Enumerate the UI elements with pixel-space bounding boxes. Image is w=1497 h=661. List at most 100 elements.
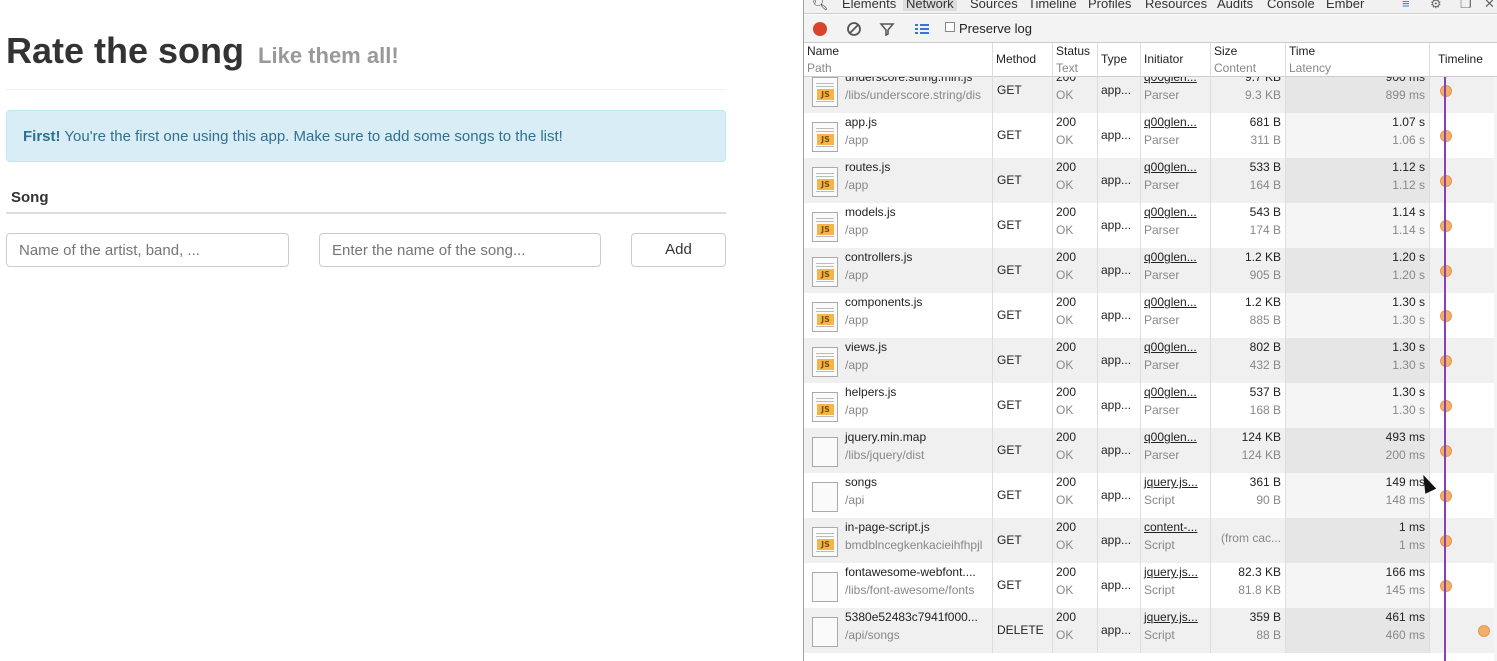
- col-time[interactable]: Time Latency: [1286, 43, 1430, 77]
- request-name-cell[interactable]: JS components.js/app: [804, 293, 993, 338]
- request-name-cell[interactable]: JS in-page-script.js bmdblncegkenkacieihfh…: [804, 518, 993, 563]
- request-initiator-type: Script: [1144, 538, 1175, 552]
- col-timeline[interactable]: Timeline: [1430, 43, 1497, 77]
- request-name-cell[interactable]: 5380e52483c7941f000... /api/songs: [804, 608, 993, 653]
- request-latency: 200 ms: [1385, 448, 1425, 462]
- request-time-cell: 461 ms 460 ms: [1286, 608, 1430, 653]
- request-initiator-type: Parser: [1144, 448, 1180, 462]
- request-size: 681 B: [1249, 115, 1281, 129]
- request-initiator-link[interactable]: q00glen...: [1144, 115, 1210, 129]
- request-initiator-type: Parser: [1144, 88, 1180, 102]
- request-size: 9.7 KB: [1244, 77, 1281, 84]
- filter-icon[interactable]: [879, 21, 895, 37]
- request-name-cell[interactable]: JS app.js/app: [804, 113, 993, 158]
- request-row[interactable]: JS in-page-script.js bmdblncegkenkacieihfh…: [804, 518, 1497, 563]
- timeline-bar: [1440, 355, 1452, 367]
- tab-sources[interactable]: Sources: [970, 0, 1018, 11]
- request-row[interactable]: jquery.min.map/libs/jquery/dist GET 200 OK a…: [804, 428, 1497, 473]
- timeline-bar: [1440, 265, 1452, 277]
- request-name-cell[interactable]: JS routes.js/app: [804, 158, 993, 203]
- js-file-icon: JS: [812, 167, 838, 197]
- tab-elements[interactable]: Elements: [842, 0, 896, 11]
- request-row[interactable]: JS views.js/app GET 200 OK app... q00glen... Pa…: [804, 338, 1497, 383]
- request-content-size: 88 B: [1256, 628, 1281, 642]
- tab-timeline[interactable]: Timeline: [1028, 0, 1077, 11]
- request-initiator-type: Parser: [1144, 223, 1180, 237]
- artist-input[interactable]: [6, 233, 289, 267]
- tab-profiles[interactable]: Profiles: [1088, 0, 1131, 11]
- title-divider: [6, 89, 726, 90]
- request-initiator-link[interactable]: q00glen...: [1144, 340, 1210, 354]
- col-method[interactable]: Method: [993, 43, 1053, 77]
- request-time-cell: 493 ms 200 ms: [1286, 428, 1430, 473]
- devtools-tabbar: 🔍︎ Elements Network Sources Timeline Pro…: [804, 0, 1497, 14]
- search-icon[interactable]: 🔍︎: [812, 0, 829, 12]
- gear-icon[interactable]: ⚙: [1430, 0, 1442, 12]
- clear-icon[interactable]: [846, 21, 862, 37]
- request-initiator-link[interactable]: q00glen...: [1144, 160, 1210, 174]
- dock-icon[interactable]: ❐: [1460, 0, 1472, 12]
- request-status-text: OK: [1056, 133, 1074, 147]
- request-row[interactable]: JS underscore.string.min.js/libs/undersco…: [804, 77, 1497, 113]
- col-name[interactable]: Name Path: [804, 43, 993, 77]
- request-initiator-cell: q00glen... Parser: [1141, 248, 1211, 293]
- request-row[interactable]: JS controllers.js/app GET 200 OK app... q00gle…: [804, 248, 1497, 293]
- tab-ember[interactable]: Ember: [1326, 0, 1364, 11]
- col-size-label: Size: [1214, 44, 1238, 58]
- add-button[interactable]: Add: [631, 233, 726, 267]
- request-name-cell[interactable]: JS controllers.js/app: [804, 248, 993, 293]
- request-initiator-link[interactable]: q00glen...: [1144, 205, 1210, 219]
- request-row[interactable]: fontawesome-webfont.... /libs/font-awesom…: [804, 563, 1497, 608]
- request-name-cell[interactable]: songs/api: [804, 473, 993, 518]
- request-row[interactable]: 5380e52483c7941f000... /api/songs DELETE 20…: [804, 608, 1497, 653]
- request-time: 1.30 s: [1392, 385, 1425, 399]
- request-name-cell[interactable]: jquery.min.map/libs/jquery/dist: [804, 428, 993, 473]
- request-name-cell[interactable]: JS models.js/app: [804, 203, 993, 248]
- request-initiator-link[interactable]: q00glen...: [1144, 295, 1210, 309]
- preserve-log-checkbox[interactable]: [945, 22, 955, 32]
- request-latency: 1.12 s: [1392, 178, 1425, 192]
- request-row[interactable]: JS app.js/app GET 200 OK app... q00glen... Pars…: [804, 113, 1497, 158]
- preserve-log-toggle[interactable]: Preserve log: [945, 21, 1032, 36]
- drawer-icon[interactable]: ≡: [1402, 0, 1410, 11]
- request-name-cell[interactable]: fontawesome-webfont.... /libs/font-awesom…: [804, 563, 993, 608]
- request-type: app...: [1098, 338, 1141, 383]
- song-input[interactable]: [319, 233, 601, 267]
- request-name-cell[interactable]: JS underscore.string.min.js/libs/undersco…: [804, 77, 993, 113]
- request-timeline-cell: [1430, 77, 1497, 113]
- request-row[interactable]: songs/api GET 200 OK app... jquery.js... Scrip…: [804, 473, 1497, 518]
- col-status[interactable]: Status Text: [1053, 43, 1098, 77]
- request-name-cell[interactable]: JS helpers.js/app: [804, 383, 993, 428]
- request-initiator-link[interactable]: q00glen...: [1144, 250, 1210, 264]
- tab-network[interactable]: Network: [903, 0, 957, 11]
- request-row[interactable]: JS components.js/app GET 200 OK app... q00glen…: [804, 293, 1497, 338]
- tab-audits[interactable]: Audits: [1217, 0, 1253, 11]
- request-status-cell: 200 OK: [1053, 248, 1098, 293]
- request-status: 200: [1056, 160, 1077, 174]
- request-initiator-link[interactable]: q00glen...: [1144, 77, 1210, 84]
- request-initiator-link[interactable]: q00glen...: [1144, 385, 1210, 399]
- col-initiator[interactable]: Initiator: [1141, 43, 1211, 77]
- request-method: DELETE: [993, 608, 1053, 653]
- request-initiator-link[interactable]: jquery.js...: [1144, 475, 1210, 489]
- request-row[interactable]: JS routes.js/app GET 200 OK app... q00glen... P…: [804, 158, 1497, 203]
- request-initiator-link[interactable]: q00glen...: [1144, 430, 1210, 444]
- request-status-text: OK: [1056, 448, 1074, 462]
- tab-resources[interactable]: Resources: [1145, 0, 1207, 11]
- col-type[interactable]: Type: [1098, 43, 1141, 77]
- list-view-icon[interactable]: [914, 21, 930, 37]
- col-size[interactable]: Size Content: [1211, 43, 1286, 77]
- request-row[interactable]: JS helpers.js/app GET 200 OK app... q00glen...…: [804, 383, 1497, 428]
- request-initiator-link[interactable]: jquery.js...: [1144, 565, 1210, 579]
- close-icon[interactable]: ✕: [1484, 0, 1495, 12]
- record-icon[interactable]: [813, 22, 827, 36]
- request-initiator-cell: q00glen... Parser: [1141, 293, 1211, 338]
- request-initiator-link[interactable]: jquery.js...: [1144, 610, 1210, 624]
- request-path: /app: [845, 178, 869, 192]
- request-row[interactable]: JS models.js/app GET 200 OK app... q00glen... P…: [804, 203, 1497, 248]
- song-column-header: Song: [11, 189, 49, 206]
- request-status-text: OK: [1056, 223, 1074, 237]
- request-name-cell[interactable]: JS views.js/app: [804, 338, 993, 383]
- request-initiator-link[interactable]: content-...: [1144, 520, 1210, 534]
- tab-console[interactable]: Console: [1267, 0, 1315, 11]
